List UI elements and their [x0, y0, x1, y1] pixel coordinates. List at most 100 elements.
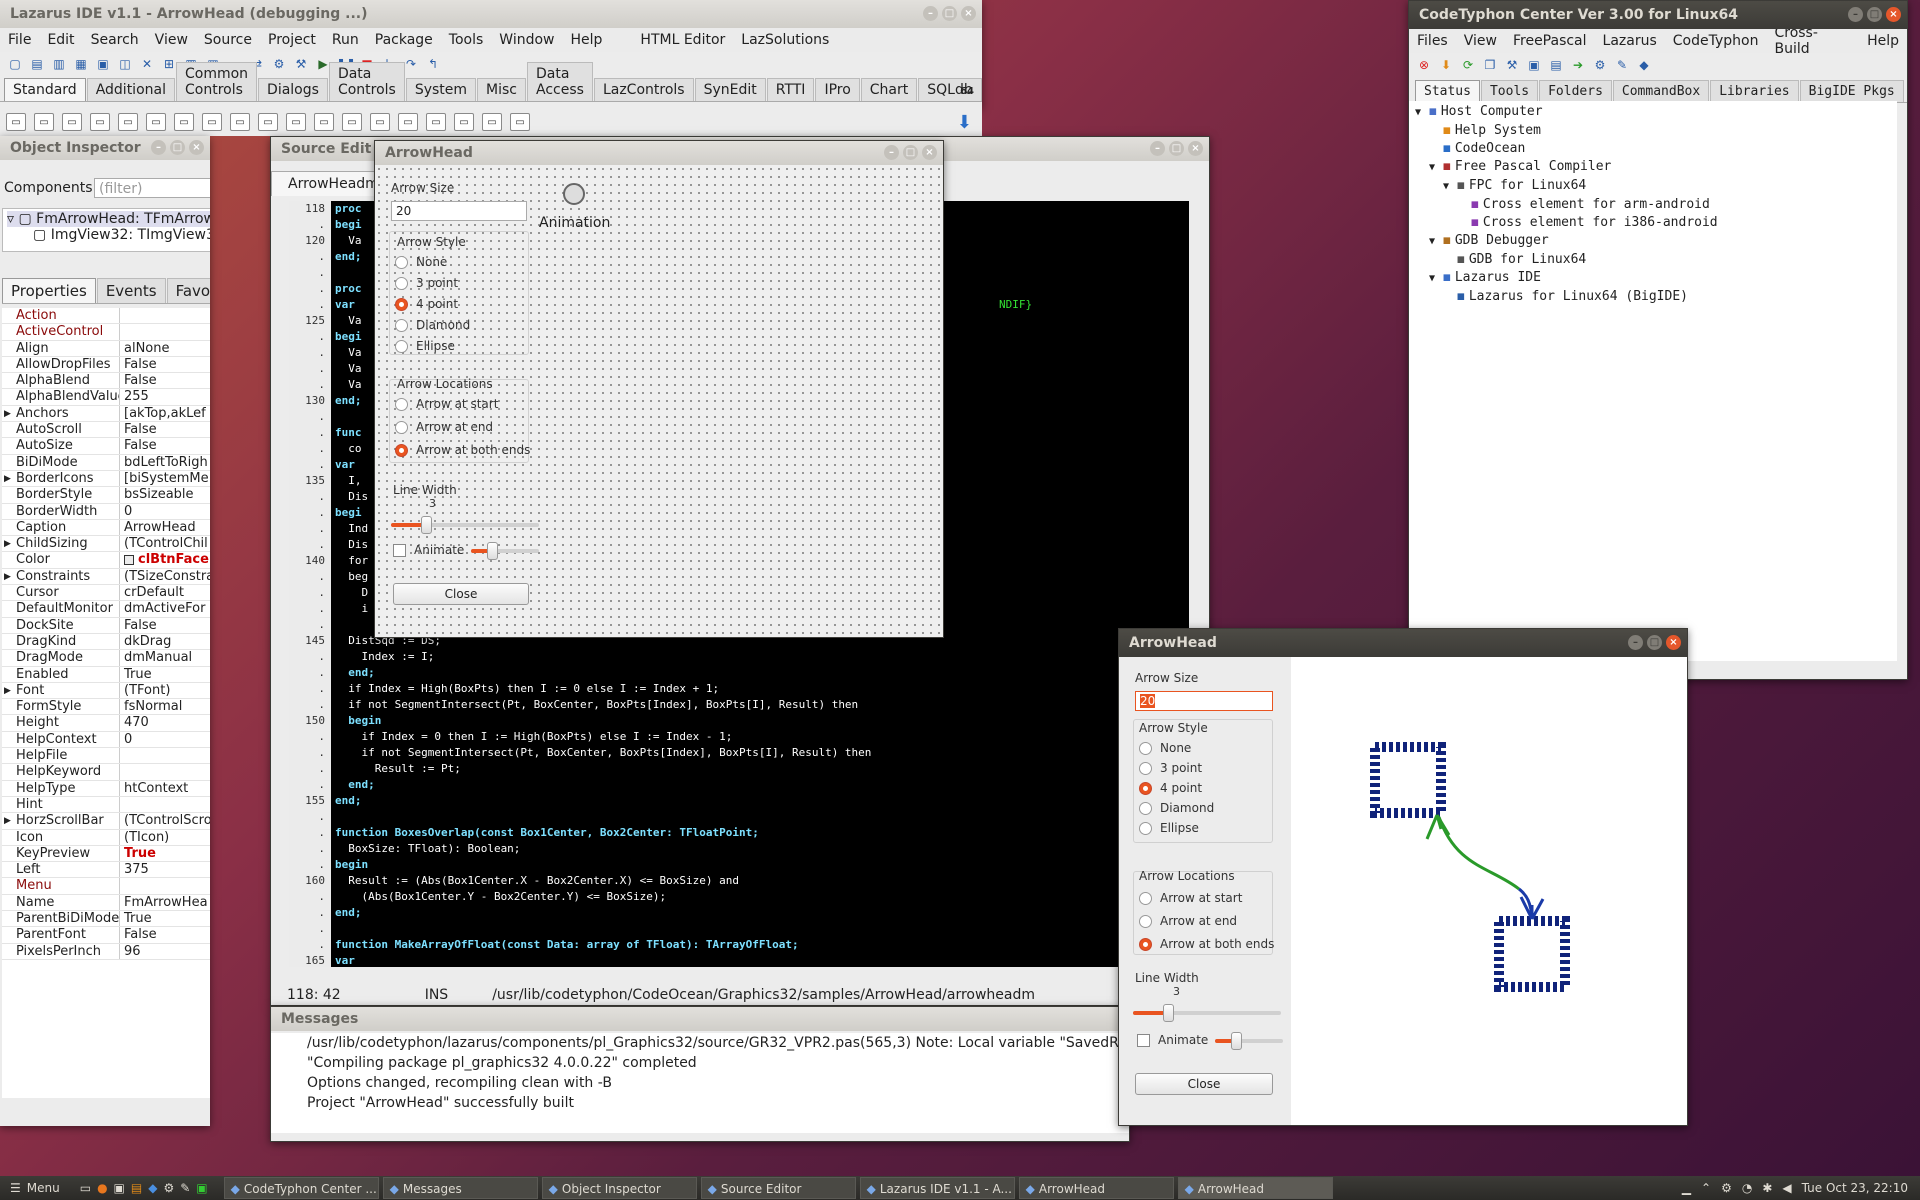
- palette-tab[interactable]: System: [405, 78, 477, 101]
- property-row[interactable]: AlphaBlendValue 255: [2, 389, 210, 406]
- inspector-titlebar[interactable]: Object Inspector – □ ×: [0, 136, 210, 160]
- animate-speed-slider[interactable]: [471, 542, 539, 560]
- property-row[interactable]: Menu: [2, 878, 210, 895]
- radio-option[interactable]: 3 point: [395, 276, 458, 290]
- step-out-icon[interactable]: ↰: [424, 55, 442, 73]
- close-icon[interactable]: ×: [961, 6, 976, 21]
- property-row[interactable]: BorderWidth 0: [2, 503, 210, 520]
- property-row[interactable]: ▶ Font (TFont): [2, 682, 210, 700]
- property-value[interactable]: False: [120, 373, 210, 388]
- message-line[interactable]: Options changed, recompiling clean with …: [307, 1073, 1129, 1093]
- designer-titlebar[interactable]: ArrowHead – □ ×: [375, 141, 943, 165]
- property-value[interactable]: False: [120, 357, 210, 372]
- checkgroup-icon[interactable]: ▭: [426, 113, 446, 131]
- button-icon[interactable]: ▭: [90, 113, 110, 131]
- radio-button[interactable]: [395, 319, 408, 332]
- taskbar-item[interactable]: ◆ Source Editor: [700, 1177, 856, 1199]
- stop-icon[interactable]: ⊗: [1415, 56, 1433, 74]
- settings-icon[interactable]: ⚙: [163, 1181, 174, 1195]
- radio-option[interactable]: Arrow at end: [395, 420, 493, 434]
- menu-item[interactable]: Help: [563, 32, 611, 48]
- terminal-icon[interactable]: ▣: [1525, 56, 1543, 74]
- listbox-icon[interactable]: ▭: [286, 113, 306, 131]
- expand-icon[interactable]: ▶: [4, 536, 11, 552]
- property-value[interactable]: htContext: [120, 781, 210, 796]
- palette-tab[interactable]: Data Access: [527, 62, 593, 101]
- main-menu-icon[interactable]: ▭: [34, 113, 54, 131]
- new-form-icon[interactable]: ▤: [28, 55, 46, 73]
- property-value[interactable]: 0: [120, 732, 210, 747]
- box-2[interactable]: [1494, 916, 1570, 992]
- property-row[interactable]: AllowDropFiles False: [2, 356, 210, 374]
- memo-icon[interactable]: ▭: [174, 113, 194, 131]
- lazarus-titlebar[interactable]: Lazarus IDE v1.1 - ArrowHead (debugging …: [0, 0, 982, 28]
- property-value[interactable]: fsNormal: [120, 699, 210, 714]
- new-unit-icon[interactable]: ▥: [50, 55, 68, 73]
- property-value[interactable]: 0: [120, 504, 210, 519]
- property-row[interactable]: HelpKeyword: [2, 764, 210, 781]
- radio-option[interactable]: Arrow at start: [1139, 891, 1242, 905]
- radio-button[interactable]: [1139, 892, 1152, 905]
- property-value[interactable]: 375: [120, 862, 210, 877]
- palette-scroll-icon[interactable]: ⬇: [957, 112, 972, 133]
- radio-button[interactable]: [395, 298, 408, 311]
- property-row[interactable]: DragKind dkDrag: [2, 633, 210, 651]
- property-row[interactable]: HelpContext 0: [2, 731, 210, 749]
- download-icon[interactable]: ⬇: [1437, 56, 1455, 74]
- slider-knob[interactable]: [487, 542, 498, 560]
- start-menu-button[interactable]: ☰ Menu: [0, 1181, 70, 1195]
- property-row[interactable]: FormStyle fsNormal: [2, 699, 210, 716]
- ct-tab[interactable]: Tools: [1480, 80, 1539, 102]
- ct-tab[interactable]: Status: [1415, 80, 1480, 102]
- property-row[interactable]: DockSite False: [2, 617, 210, 634]
- radio-option[interactable]: None: [1139, 741, 1191, 755]
- property-row[interactable]: Icon (TIcon): [2, 829, 210, 846]
- checkbox-box[interactable]: [393, 544, 406, 557]
- menu-item[interactable]: View: [147, 32, 196, 48]
- palette-tab[interactable]: SynEdit: [694, 78, 766, 101]
- property-value[interactable]: (TIcon): [120, 830, 210, 845]
- property-row[interactable]: Action: [2, 308, 210, 325]
- property-row[interactable]: Hint: [2, 796, 210, 814]
- radio-button[interactable]: [1139, 822, 1152, 835]
- animate-checkbox[interactable]: Animate: [1137, 1033, 1208, 1047]
- minimize-icon[interactable]: –: [1628, 635, 1643, 650]
- radio-option[interactable]: 3 point: [1139, 761, 1202, 775]
- property-row[interactable]: ▶ HorzScrollBar (TControlScro: [2, 813, 210, 830]
- property-row[interactable]: Cursor crDefault: [2, 585, 210, 602]
- minimize-icon[interactable]: –: [923, 6, 938, 21]
- property-row[interactable]: HelpType htContext: [2, 780, 210, 797]
- tray-workspace-icon[interactable]: ▁: [1682, 1181, 1691, 1195]
- radio-button[interactable]: [395, 340, 408, 353]
- property-value[interactable]: 470: [120, 715, 210, 730]
- tray-arrow-icon[interactable]: ⌃: [1701, 1181, 1711, 1195]
- expand-icon[interactable]: ▶: [4, 813, 11, 829]
- line-width-slider[interactable]: [391, 516, 539, 534]
- palette-tab[interactable]: Standard: [4, 78, 86, 101]
- slider-knob[interactable]: [421, 516, 432, 534]
- palette-tab[interactable]: Additional: [86, 78, 175, 101]
- ct-tree-node[interactable]: ◼ Cross element for arm-android: [1415, 196, 1891, 214]
- menu-item[interactable]: Lazarus: [1595, 33, 1665, 49]
- property-value[interactable]: dkDrag: [120, 634, 210, 649]
- property-row[interactable]: ParentFont False: [2, 927, 210, 944]
- palette-tab[interactable]: Misc: [477, 78, 527, 101]
- property-value[interactable]: (TFont): [120, 683, 210, 698]
- menu-item[interactable]: Search: [83, 32, 147, 48]
- tree-item-form[interactable]: ▿ ▢ FmArrowHead: TFmArrowHe: [7, 211, 210, 227]
- close-icon[interactable]: ×: [1886, 7, 1901, 22]
- expand-toggle-icon[interactable]: ▼: [1443, 178, 1457, 196]
- property-row[interactable]: AutoSize False: [2, 438, 210, 455]
- menu-item[interactable]: HTML Editor: [632, 32, 733, 48]
- property-value[interactable]: False: [120, 927, 210, 942]
- menu-item[interactable]: Tools: [441, 32, 492, 48]
- expand-icon[interactable]: ▶: [4, 683, 11, 699]
- radiogroup-icon[interactable]: ▭: [398, 113, 418, 131]
- property-row[interactable]: ▶ ChildSizing (TControlChil: [2, 536, 210, 553]
- radio-option[interactable]: 4 point: [395, 297, 458, 311]
- close-icon[interactable]: ✕: [138, 55, 156, 73]
- ct-tree-node[interactable]: ▼ ◼ FPC for Linux64: [1415, 177, 1891, 196]
- taskbar-item[interactable]: ◆ ArrowHead: [1018, 1177, 1174, 1199]
- radio-option[interactable]: Arrow at both ends: [1139, 937, 1274, 951]
- inspector-tab[interactable]: Events: [96, 278, 166, 303]
